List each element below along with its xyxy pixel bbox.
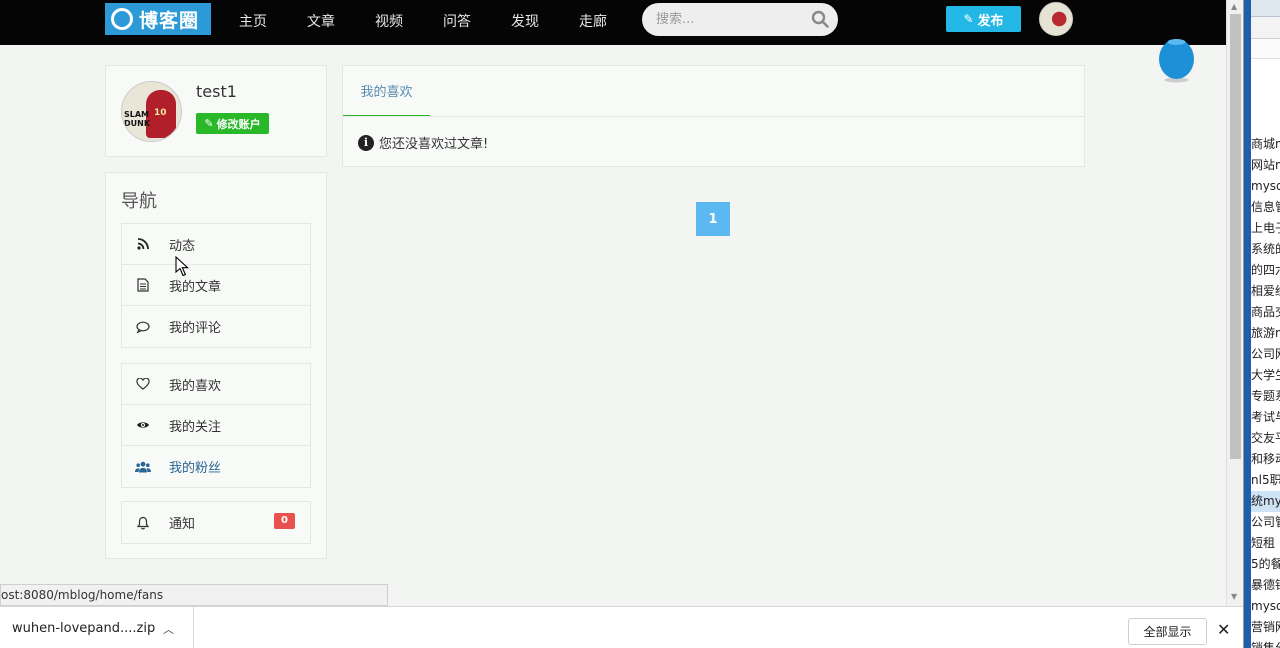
nav-link-corridor[interactable]: 走廊	[579, 11, 607, 31]
show-all-downloads-button[interactable]: 全部显示	[1128, 618, 1207, 645]
nav-link-qa[interactable]: 问答	[443, 11, 471, 31]
rss-icon	[135, 236, 151, 252]
list-item[interactable]: 商品交	[1251, 302, 1280, 323]
nav-link-home[interactable]: 主页	[239, 11, 267, 31]
download-bar: wuhen-lovepand....zip ︿ 全部显示 ✕	[0, 606, 1243, 648]
list-item[interactable]: nl5职	[1251, 470, 1280, 491]
list-item[interactable]: 大学生	[1251, 365, 1280, 386]
sidebar-item-label: 我的粉丝	[169, 461, 222, 476]
document-icon	[135, 277, 151, 293]
scroll-up-arrow-icon[interactable]: ▲	[1231, 2, 1237, 11]
empty-message-text: 您还没喜欢过文章!	[379, 137, 489, 152]
tab-my-likes[interactable]: 我的喜欢	[343, 66, 430, 117]
list-item[interactable]: 营销网	[1251, 617, 1280, 638]
nav-group-activity: 动态 我的文章 我的评论	[121, 223, 311, 348]
background-file-list: 商城m网站mmysq信息管上电子系统的的四六相爱经商品交旅游m公司网大学生专题系…	[1251, 134, 1280, 648]
comment-icon	[135, 319, 151, 335]
list-item[interactable]: 和移动	[1251, 449, 1280, 470]
list-item[interactable]: mysq	[1251, 596, 1280, 617]
info-icon: i	[358, 134, 374, 151]
pencil-icon: ✎	[204, 117, 214, 130]
list-item[interactable]: 旅游m	[1251, 323, 1280, 344]
notification-count-badge: 0	[274, 513, 295, 529]
scroll-down-arrow-icon[interactable]: ▼	[1231, 592, 1237, 601]
list-item[interactable]: 暴德钢	[1251, 575, 1280, 596]
sidebar-item-label: 通知	[169, 517, 196, 532]
download-filename: wuhen-lovepand....zip	[12, 620, 156, 636]
sidebar-item-my-likes[interactable]: 我的喜欢	[122, 364, 310, 405]
nav-link-discover[interactable]: 发现	[511, 11, 539, 31]
nav-link-articles[interactable]: 文章	[307, 11, 335, 31]
pencil-icon: ✎	[963, 12, 974, 26]
sidebar-item-label: 我的关注	[169, 419, 222, 435]
list-item[interactable]: 网站m	[1251, 155, 1280, 176]
logo-ring-icon	[111, 8, 133, 30]
users-icon	[135, 459, 151, 475]
publish-label: 发布	[977, 13, 1004, 29]
eye-icon	[135, 417, 151, 433]
publish-button[interactable]: ✎ 发布	[946, 6, 1021, 32]
heart-icon	[135, 376, 151, 392]
edit-account-button[interactable]: ✎ 修改账户	[196, 113, 269, 134]
sidebar-item-label: 我的喜欢	[169, 378, 222, 394]
sidebar-item-label: 我的评论	[169, 321, 222, 336]
list-item[interactable]: 5的餐	[1251, 554, 1280, 575]
sidebar-item-feed[interactable]: 动态	[122, 224, 310, 265]
list-item[interactable]: 公司网	[1251, 344, 1280, 365]
sidebar-item-my-fans[interactable]: 我的粉丝	[122, 446, 310, 487]
search-icon[interactable]	[811, 10, 829, 28]
list-item[interactable]: mysq	[1251, 176, 1280, 197]
nav-group-notifications: 通知 0	[121, 501, 311, 544]
nav-link-videos[interactable]: 视频	[375, 11, 403, 31]
floating-assistant-icon[interactable]	[1159, 36, 1194, 83]
list-item[interactable]: 交友平	[1251, 428, 1280, 449]
sidebar-item-my-follows[interactable]: 我的关注	[122, 405, 310, 446]
list-item[interactable]: 系统的	[1251, 239, 1280, 260]
background-window: 商城m网站mmysq信息管上电子系统的的四六相爱经商品交旅游m公司网大学生专题系…	[1243, 0, 1280, 648]
page-scrollbar[interactable]: ▲ ▼	[1226, 0, 1243, 606]
edit-account-label: 修改账户	[216, 117, 261, 131]
list-item[interactable]: 统my	[1251, 491, 1280, 512]
search-input[interactable]	[642, 3, 838, 36]
sidebar-item-my-articles[interactable]: 我的文章	[122, 265, 310, 306]
list-item[interactable]: 销售分	[1251, 638, 1280, 648]
username: test1	[196, 82, 237, 101]
list-item[interactable]: 商城m	[1251, 134, 1280, 155]
list-item[interactable]: 上电子	[1251, 218, 1280, 239]
sidebar-item-notifications[interactable]: 通知 0	[122, 502, 310, 543]
top-navbar: 博客圈 主页 文章 视频 问答 发现 走廊 ✎ 发布	[0, 0, 1226, 45]
status-url: ost:8080/mblog/home/fans	[0, 584, 388, 606]
list-item[interactable]: 专题系	[1251, 386, 1280, 407]
bell-icon	[135, 515, 151, 531]
close-icon[interactable]: ✕	[1217, 620, 1230, 639]
chevron-up-icon[interactable]: ︿	[163, 621, 174, 637]
list-item[interactable]: 公司管	[1251, 512, 1280, 533]
empty-message: i 您还没喜欢过文章!	[358, 133, 488, 152]
mouse-cursor-icon	[175, 256, 189, 277]
list-item[interactable]: 考试与	[1251, 407, 1280, 428]
site-logo[interactable]: 博客圈	[105, 3, 211, 35]
scrollbar-thumb[interactable]	[1230, 14, 1241, 459]
list-item[interactable]: 短租	[1251, 533, 1280, 554]
nav-title: 导航	[121, 191, 157, 212]
sidebar-item-label: 我的文章	[169, 279, 222, 295]
likes-panel: 我的喜欢 i 您还没喜欢过文章!	[342, 65, 1085, 167]
tab-divider	[343, 116, 1084, 117]
sidebar-item-label: 动态	[169, 238, 196, 254]
profile-card: SLAMDUNK test1 ✎ 修改账户	[105, 65, 327, 157]
profile-avatar: SLAMDUNK	[121, 81, 182, 142]
download-item[interactable]: wuhen-lovepand....zip ︿	[0, 607, 194, 648]
list-item[interactable]: 相爱经	[1251, 281, 1280, 302]
logo-text: 博客圈	[139, 9, 200, 32]
nav-group-social: 我的喜欢 我的关注 我的粉丝	[121, 363, 311, 488]
list-item[interactable]: 的四六	[1251, 260, 1280, 281]
window-edge	[1244, 0, 1251, 648]
list-item[interactable]: 信息管	[1251, 197, 1280, 218]
user-avatar[interactable]	[1039, 2, 1073, 36]
sidebar-item-my-comments[interactable]: 我的评论	[122, 306, 310, 347]
pagination-page-button[interactable]: 1	[696, 202, 730, 236]
navigation-panel: 导航 动态 我的文章 我的评论 我的喜欢 我的关注 我的粉丝 通知 0	[105, 172, 327, 559]
